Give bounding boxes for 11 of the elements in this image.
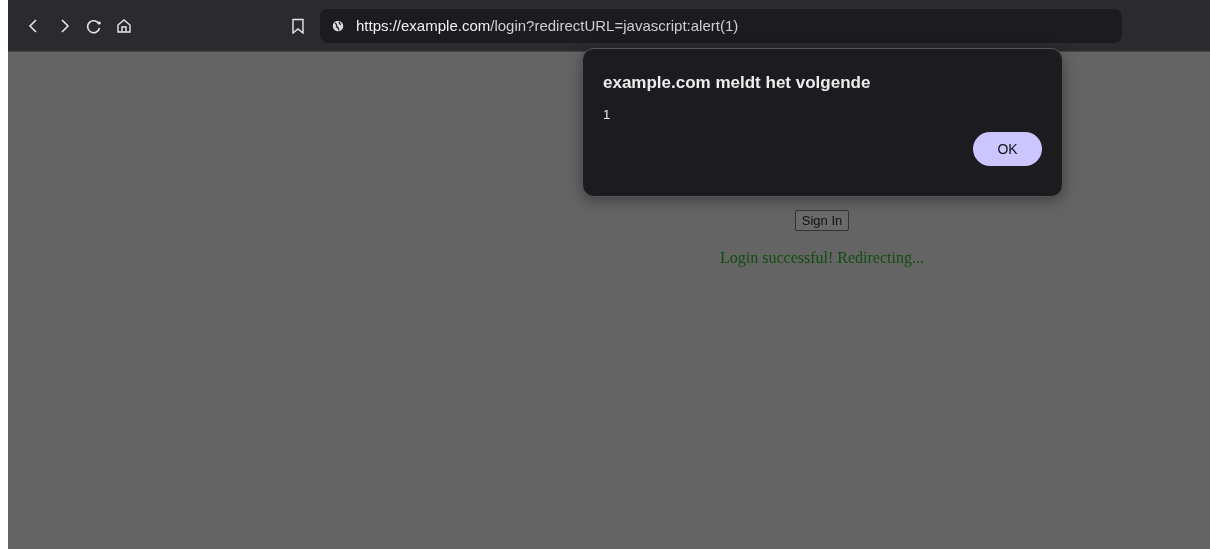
bookmark-icon[interactable] bbox=[290, 17, 306, 34]
dialog-title: example.com meldt het volgende bbox=[603, 73, 872, 93]
ok-button[interactable]: OK bbox=[973, 132, 1042, 166]
success-message: Login successful! Redirecting... bbox=[720, 249, 924, 267]
reload-icon[interactable] bbox=[86, 17, 102, 34]
sign-in-button[interactable]: Sign In bbox=[794, 210, 850, 231]
dialog-message: 1 bbox=[603, 107, 612, 122]
home-icon[interactable] bbox=[116, 17, 132, 34]
address-bar[interactable]: https://example.com/login?redirectURL=javascript:alert(1) bbox=[320, 8, 1122, 43]
url-text: https://example.com/login?redirectURL=javascript:alert(1) bbox=[356, 17, 739, 34]
globe-icon bbox=[332, 19, 344, 32]
